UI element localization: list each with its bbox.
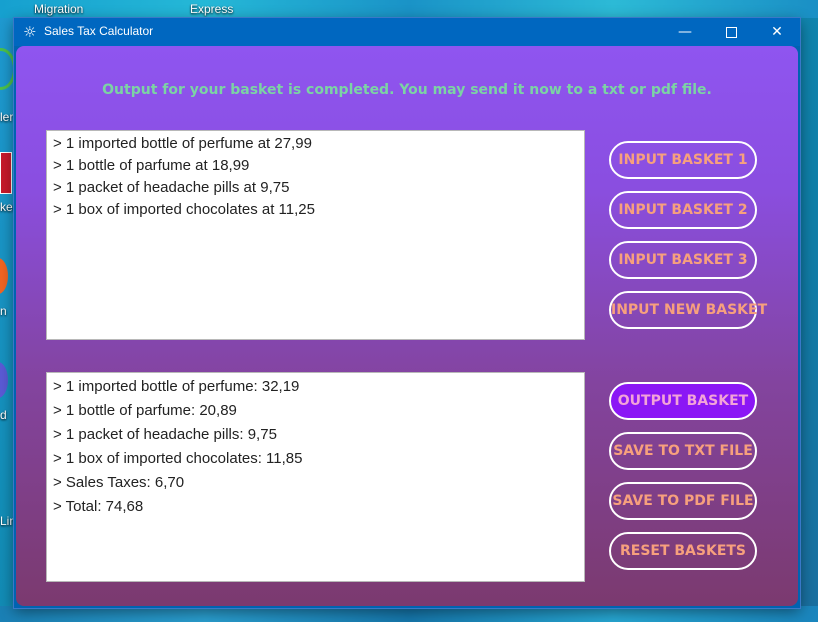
output-line: > 1 bottle of parfume: 20,89 xyxy=(53,402,237,419)
output-basket-button[interactable]: OUTPUT BASKET xyxy=(609,382,757,420)
reset-baskets-button[interactable]: RESET BASKETS xyxy=(609,532,757,570)
desktop-wallpaper-top xyxy=(0,0,818,18)
main-panel: Output for your basket is completed. You… xyxy=(16,46,798,606)
output-basket-textbox[interactable]: > 1 imported bottle of perfume: 32,19 > … xyxy=(46,372,585,582)
desktop-icon-label: ler xyxy=(0,110,14,124)
maximize-icon xyxy=(725,26,737,38)
close-button[interactable]: ✕ xyxy=(754,18,800,46)
close-icon: ✕ xyxy=(771,24,783,40)
maximize-button[interactable] xyxy=(708,18,754,46)
save-pdf-button[interactable]: SAVE TO PDF FILE xyxy=(609,482,757,520)
minimize-button[interactable]: — xyxy=(662,18,708,46)
sun-icon: ☼ xyxy=(23,23,37,41)
input-basket-textbox[interactable]: > 1 imported bottle of perfume at 27,99 … xyxy=(46,130,585,340)
desktop-icon-label: d xyxy=(0,408,7,422)
output-line: > 1 packet of headache pills: 9,75 xyxy=(53,426,277,443)
input-basket-3-button[interactable]: INPUT BASKET 3 xyxy=(609,241,757,279)
desktop-icon-label: n xyxy=(0,304,7,318)
input-new-basket-button[interactable]: INPUT NEW BASKET xyxy=(609,291,767,329)
input-line: > 1 packet of headache pills at 9,75 xyxy=(53,179,290,196)
output-line: > 1 box of imported chocolates: 11,85 xyxy=(53,450,303,467)
output-line: > Sales Taxes: 6,70 xyxy=(53,474,185,491)
status-message: Output for your basket is completed. You… xyxy=(102,82,712,98)
input-line: > 1 bottle of parfume at 18,99 xyxy=(53,157,250,174)
desktop-app-icon[interactable] xyxy=(0,362,8,398)
input-line: > 1 imported bottle of perfume at 27,99 xyxy=(53,135,312,152)
title-bar[interactable]: ☼ Sales Tax Calculator — ✕ xyxy=(14,18,800,46)
save-txt-button[interactable]: SAVE TO TXT FILE xyxy=(609,432,757,470)
minimize-icon: — xyxy=(678,24,692,40)
output-line: > 1 imported bottle of perfume: 32,19 xyxy=(53,378,300,395)
input-line: > 1 box of imported chocolates at 11,25 xyxy=(53,201,315,218)
app-window: ☼ Sales Tax Calculator — ✕ Output for yo… xyxy=(14,18,800,608)
input-basket-1-button[interactable]: INPUT BASKET 1 xyxy=(609,141,757,179)
window-title: Sales Tax Calculator xyxy=(44,24,154,38)
desktop-app-icon[interactable] xyxy=(0,258,8,294)
desktop-icon-label[interactable]: Express xyxy=(190,2,233,16)
desktop-wallpaper-bottom xyxy=(0,606,818,622)
input-basket-2-button[interactable]: INPUT BASKET 2 xyxy=(609,191,757,229)
desktop-icon-label[interactable]: Migration xyxy=(34,2,83,16)
desktop-app-icon[interactable] xyxy=(0,152,12,194)
output-line: > Total: 74,68 xyxy=(53,498,144,515)
